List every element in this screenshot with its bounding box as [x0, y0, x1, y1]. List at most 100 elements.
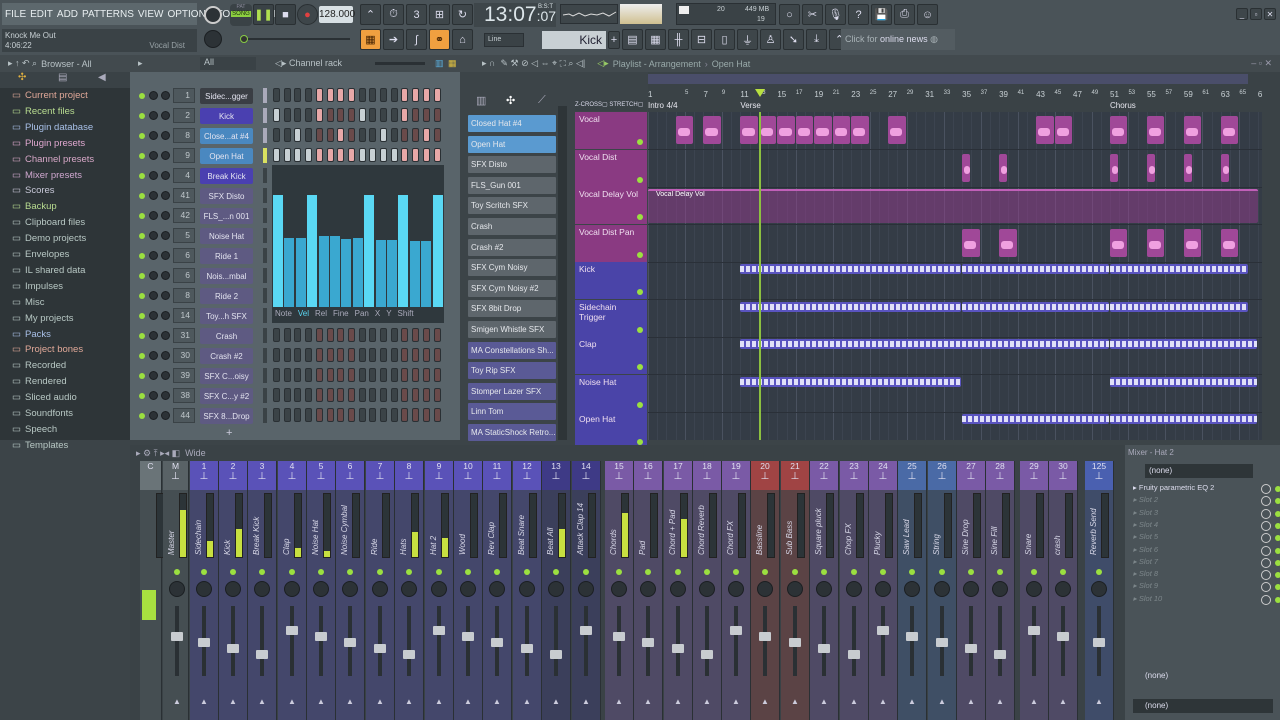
route-arrow[interactable]: ▲ — [644, 697, 652, 706]
step-button[interactable] — [422, 368, 430, 382]
graph-tab-note[interactable]: Note — [275, 309, 292, 323]
browser-item[interactable]: ▭ Speech — [12, 424, 57, 435]
channel-volume-knob[interactable] — [149, 111, 158, 120]
playlist-clip[interactable] — [962, 301, 1109, 312]
pan-knob[interactable] — [787, 581, 803, 597]
metronome-button[interactable]: ⌃ — [360, 4, 381, 25]
graph-tab-fine[interactable]: Fine — [333, 309, 349, 323]
step-button[interactable] — [315, 408, 323, 422]
mixer-track-header[interactable]: 17 ⊥ — [664, 461, 692, 490]
route-arrow[interactable]: ▲ — [229, 697, 237, 706]
volume-fader[interactable] — [231, 606, 235, 676]
mixer-track[interactable]: 125 ⊥ Reverb Send ▲ — [1085, 461, 1114, 720]
fader-handle[interactable] — [344, 638, 356, 647]
channel-mute-led[interactable] — [139, 193, 145, 199]
playlist-clip[interactable] — [1146, 116, 1165, 144]
mixer-track[interactable]: 29 ⊥ Snare ▲ — [1020, 461, 1049, 720]
step-button[interactable] — [390, 328, 398, 342]
channel-mixer-track[interactable]: 5 — [173, 228, 195, 243]
route-arrow[interactable]: ▲ — [376, 697, 384, 706]
pan-knob[interactable] — [611, 581, 627, 597]
playlist-clip[interactable] — [1220, 116, 1239, 144]
step-button[interactable] — [305, 348, 313, 362]
step-button[interactable] — [433, 388, 441, 402]
step-button[interactable] — [401, 408, 409, 422]
step-button[interactable] — [294, 408, 302, 422]
track-header[interactable]: Sidechain Trigger — [575, 299, 647, 337]
playlist-window-controls[interactable]: ‒ ▫ ✕ — [1251, 58, 1272, 69]
step-button[interactable] — [283, 128, 291, 142]
channel-name-button[interactable]: Nois...mbal — [200, 268, 253, 284]
automation-icon[interactable]: ⟋ — [538, 94, 546, 107]
mixer-track-header[interactable]: 20 ⊥ — [751, 461, 779, 490]
volume-fader[interactable] — [705, 606, 709, 676]
step-button[interactable] — [305, 108, 313, 122]
channel-pan-knob[interactable] — [161, 351, 170, 360]
mixer-track-header[interactable]: 30 ⊥ — [1049, 461, 1077, 490]
fader-handle[interactable] — [730, 626, 742, 635]
track-enable-led[interactable] — [645, 569, 651, 575]
fader-handle[interactable] — [906, 632, 918, 641]
step-button[interactable] — [358, 348, 366, 362]
route-arrow[interactable]: ▲ — [703, 697, 711, 706]
step-button[interactable] — [433, 148, 441, 162]
step-button[interactable] — [273, 348, 280, 362]
master-volume-knob[interactable] — [204, 6, 222, 24]
mixer-track[interactable]: 18 ⊥ Chord Reverb ▲ — [693, 461, 722, 720]
mixer-slot[interactable]: ▸ Slot 2 — [1133, 495, 1280, 507]
velocity-graph[interactable] — [272, 165, 444, 323]
tempo-display[interactable]: 128.000 — [319, 6, 355, 23]
channel-select[interactable] — [263, 288, 267, 303]
route-arrow[interactable]: ▲ — [405, 697, 413, 706]
mixer-track-header[interactable]: C — [140, 461, 161, 490]
channel-volume-knob[interactable] — [149, 131, 158, 140]
menu-file[interactable]: FILE — [5, 9, 26, 20]
timeline-marker[interactable]: Chorus — [1110, 101, 1136, 110]
mixer-track[interactable]: 16 ⊥ Pad ▲ — [634, 461, 663, 720]
step-button[interactable] — [337, 348, 345, 362]
fader-handle[interactable] — [613, 632, 625, 641]
channel-name-button[interactable]: SFX Disto — [200, 188, 253, 204]
playlist-clip[interactable] — [1146, 153, 1156, 182]
track-header[interactable]: Vocal Delay Vol — [575, 187, 647, 224]
fader-handle[interactable] — [818, 644, 830, 653]
channel-name-button[interactable]: Open Hat — [200, 148, 253, 164]
velocity-bar[interactable] — [295, 237, 306, 307]
playlist-clip[interactable] — [962, 228, 980, 257]
mixer-track[interactable]: 8 ⊥ Hats ▲ — [395, 461, 424, 720]
slot-mix-knob[interactable] — [1261, 570, 1271, 581]
track-enable-led[interactable] — [821, 569, 827, 575]
step-button[interactable] — [358, 328, 366, 342]
step-button[interactable] — [326, 148, 334, 162]
step-button[interactable] — [283, 328, 291, 342]
volume-fader[interactable] — [584, 606, 588, 676]
route-arrow[interactable]: ▲ — [1095, 697, 1103, 706]
channel-pan-knob[interactable] — [161, 371, 170, 380]
step-button[interactable] — [412, 108, 420, 122]
mixer-track-header[interactable]: 14 ⊥ — [572, 461, 600, 490]
fader-handle[interactable] — [491, 638, 503, 647]
playlist-clip[interactable] — [832, 116, 851, 144]
channel-mixer-track[interactable]: 9 — [173, 148, 195, 163]
browser-item[interactable]: ▭ Demo projects — [12, 233, 86, 244]
close-button[interactable]: ✕ — [1264, 8, 1276, 20]
mixer-track[interactable]: 2 ⊥ Kick ▲ — [219, 461, 248, 720]
zcross-checkbox[interactable]: ▢ — [602, 102, 608, 108]
pan-knob[interactable] — [460, 581, 476, 597]
slot-mix-knob[interactable] — [1261, 520, 1271, 531]
route-arrow[interactable]: ▲ — [173, 697, 181, 706]
add-channel-button[interactable]: + — [226, 427, 232, 439]
mixer-track[interactable]: 27 ⊥ Sine Drop ▲ — [957, 461, 986, 720]
step-button[interactable] — [433, 128, 441, 142]
mixer-slot[interactable]: ▸ Slot 6 — [1133, 545, 1280, 557]
pan-knob[interactable] — [489, 581, 505, 597]
maximize-button[interactable]: ▫ — [1250, 8, 1262, 20]
track-enable-led[interactable] — [406, 569, 412, 575]
pan-knob[interactable] — [728, 581, 744, 597]
mixer-track[interactable]: 6 ⊥ Noise Cymbal ▲ — [336, 461, 365, 720]
track-enable-led[interactable] — [997, 569, 1003, 575]
fader-handle[interactable] — [171, 632, 183, 641]
channel-volume-knob[interactable] — [149, 291, 158, 300]
mixer-track-header[interactable]: 27 ⊥ — [957, 461, 985, 490]
pan-knob[interactable] — [342, 581, 358, 597]
